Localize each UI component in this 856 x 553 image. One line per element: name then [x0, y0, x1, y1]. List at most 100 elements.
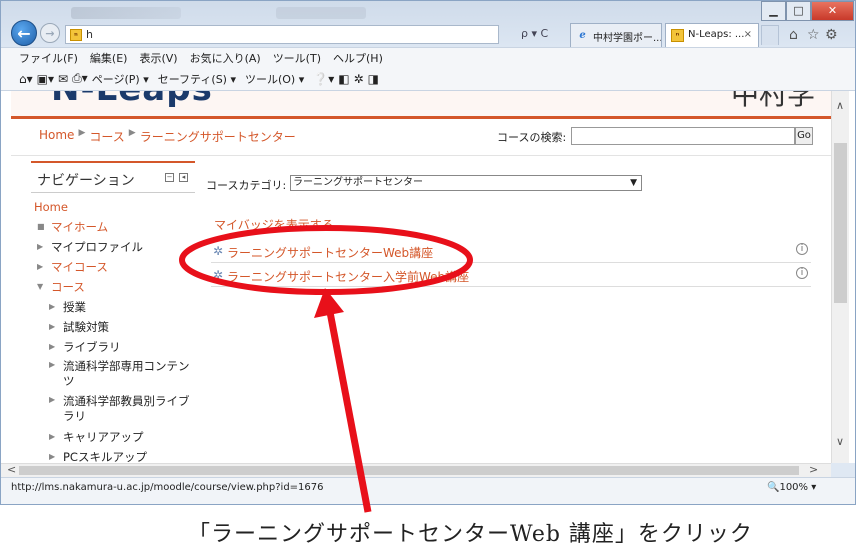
menu-bar: ファイル(F) 編集(E) 表示(V) お気に入り(A) ツール(T) ヘルプ(…	[1, 47, 855, 67]
nav-item[interactable]: ▶ マイプロファイル	[31, 237, 195, 257]
zoom-level[interactable]: 🔍100% ▾	[767, 482, 816, 493]
info-icon[interactable]: i	[796, 267, 808, 279]
forward-button[interactable]: →	[40, 23, 60, 43]
nav-item-label: マイコース	[51, 260, 108, 274]
nav-item[interactable]: Home	[31, 197, 195, 217]
nav-item[interactable]: ▶ 流通科学部専用コンテンツ	[31, 357, 195, 392]
breadcrumb: Home ▶ コース ▶ ラーニングサポートセンター	[39, 128, 296, 145]
course-search-label: コースの検索:	[497, 131, 567, 144]
n-favicon-icon: ⁿ	[70, 29, 82, 41]
category-select[interactable]: ラーニングサポートセンター ▼	[290, 175, 642, 191]
horizontal-scrollbar[interactable]: < >	[1, 463, 831, 477]
site-header: N-Leaps 中村学	[11, 91, 831, 119]
home-icon[interactable]: ⌂	[789, 27, 798, 43]
nav-item[interactable]: ▶ PCスキルアップ	[31, 447, 195, 463]
chevron-right-icon[interactable]: >	[809, 463, 818, 476]
breadcrumb-courses[interactable]: コース	[89, 128, 124, 145]
close-button[interactable]: ✕	[811, 1, 854, 21]
course-search-input[interactable]	[571, 127, 795, 145]
nav-item[interactable]: ▼ コース	[31, 277, 195, 297]
course-icon: ✲	[213, 268, 224, 282]
arrow-left-icon: ←	[17, 23, 31, 43]
chevron-up-icon[interactable]: ∧	[836, 99, 844, 112]
navigation-title: ナビゲーション	[37, 173, 135, 189]
nav-item[interactable]: ■ マイホーム	[31, 217, 195, 237]
addon-icon[interactable]: ◨	[368, 72, 379, 86]
triangle-right-icon: ▶	[49, 302, 56, 311]
onenote-icon[interactable]: ◧	[338, 72, 349, 86]
course-preadmission-link[interactable]: ラーニングサポートセンター入学前Web講座	[227, 268, 469, 285]
annotation-caption: 「ラーニングサポートセンターWeb 講座」をクリック	[188, 522, 753, 547]
browser-window: ← → ⁿ h ρ ▾ C e 中村学園ポー... ⁿ N-Leaps: ...…	[0, 0, 856, 505]
vertical-scrollbar[interactable]: ∧ ∨	[831, 91, 849, 463]
page-viewport: N-Leaps 中村学 Home ▶ コース ▶ ラーニングサポートセンター コ…	[1, 91, 855, 463]
search-go-button[interactable]: Go	[795, 127, 813, 145]
scroll-thumb[interactable]	[834, 143, 847, 303]
scroll-thumb[interactable]	[19, 466, 799, 475]
navigation-list: Home ■ マイホーム ▶ マイプロファイル ▶ マイコース ▼ コース ▶ 授業 ▶ 試験対策 ▶ ライ…	[31, 197, 195, 463]
nav-item[interactable]: ▶ 授業	[31, 297, 195, 317]
tab-nleaps[interactable]: ⁿ N-Leaps: ... ×	[665, 23, 759, 47]
breadcrumb-separator-icon: ▶	[128, 128, 136, 138]
back-button[interactable]: ←	[11, 20, 37, 46]
tab-label: 中村学園ポー...	[593, 33, 662, 44]
address-bar[interactable]: ⁿ h	[65, 25, 499, 44]
nav-item[interactable]: ▶ キャリアアップ	[31, 427, 195, 447]
menu-favorites[interactable]: お気に入り(A)	[190, 50, 261, 66]
menu-help[interactable]: ヘルプ(H)	[333, 50, 383, 66]
collapse-icon[interactable]: ◂	[179, 173, 188, 182]
command-tools[interactable]: ツール(O) ▾	[245, 71, 304, 87]
course-item[interactable]: ✲ ラーニングサポートセンターWeb講座 i	[211, 239, 811, 263]
tab-label: N-Leaps: ...	[688, 29, 745, 40]
nav-item[interactable]: ▶ ライブラリ	[31, 337, 195, 357]
mail-icon[interactable]: ✉	[58, 72, 68, 86]
menu-tools[interactable]: ツール(T)	[273, 50, 321, 66]
address-tools[interactable]: ρ ▾ C	[521, 27, 548, 40]
chevron-down-icon[interactable]: ∨	[836, 435, 844, 448]
print-icon[interactable]: ⎙▾	[72, 71, 88, 86]
address-text: h	[86, 28, 93, 41]
settings-icon[interactable]: ✲	[354, 72, 364, 86]
blurred-page-title	[276, 7, 366, 19]
nav-item-label: マイホーム	[51, 220, 109, 234]
breadcrumb-bar: Home ▶ コース ▶ ラーニングサポートセンター コースの検索: Go	[11, 122, 831, 156]
maximize-button[interactable]: □	[786, 1, 811, 21]
info-icon[interactable]: i	[796, 243, 808, 255]
command-bar: ⌂▾ ▣▾ ✉ ⎙▾ ページ(P) ▾ セーフティ(S) ▾ ツール(O) ▾ …	[1, 67, 855, 91]
triangle-right-icon: ▶	[49, 432, 56, 441]
nav-item[interactable]: ▶ 流通科学部教員別ライブラリ	[31, 392, 195, 427]
category-label: コースカテゴリ:	[206, 179, 287, 192]
nav-item[interactable]: ▶ 試験対策	[31, 317, 195, 337]
course-item[interactable]: ✲ ラーニングサポートセンター入学前Web講座 i	[211, 263, 811, 287]
menu-file[interactable]: ファイル(F)	[19, 50, 78, 66]
navigation-header: ナビゲーション − ◂	[31, 161, 195, 193]
tab-close-button[interactable]: ×	[744, 29, 752, 40]
triangle-right-icon: ▶	[49, 452, 56, 461]
course-icon: ✲	[213, 244, 224, 258]
command-page[interactable]: ページ(P) ▾	[92, 71, 149, 87]
dock-icon[interactable]: −	[165, 173, 174, 182]
new-tab-button[interactable]	[761, 25, 779, 45]
nav-item[interactable]: ▶ マイコース	[31, 257, 195, 277]
nav-item-label: 試験対策	[63, 320, 109, 334]
gear-icon[interactable]: ⚙	[825, 27, 838, 43]
star-icon[interactable]: ☆	[807, 27, 820, 43]
chevron-left-icon[interactable]: <	[7, 463, 16, 476]
nav-item-label: PCスキルアップ	[63, 450, 147, 463]
feeds-icon[interactable]: ▣▾	[37, 72, 54, 86]
help-icon[interactable]: ❔▾	[313, 72, 334, 86]
triangle-right-icon: ▶	[49, 342, 56, 351]
breadcrumb-home[interactable]: Home	[39, 128, 74, 145]
nav-item-label: 流通科学部教員別ライブラリ	[63, 394, 190, 423]
status-url: http://lms.nakamura-u.ac.jp/moodle/cours…	[11, 482, 324, 493]
triangle-right-icon: ▶	[49, 395, 56, 404]
menu-edit[interactable]: 編集(E)	[90, 50, 128, 66]
menu-view[interactable]: 表示(V)	[139, 50, 177, 66]
my-badges-link[interactable]: マイバッジを表示する	[214, 216, 334, 233]
minimize-button[interactable]: ▁	[761, 1, 786, 21]
tab-portal[interactable]: e 中村学園ポー...	[570, 23, 662, 47]
breadcrumb-current[interactable]: ラーニングサポートセンター	[140, 128, 296, 145]
course-web-lecture-link[interactable]: ラーニングサポートセンターWeb講座	[227, 244, 433, 261]
home-icon[interactable]: ⌂▾	[19, 72, 33, 86]
command-safety[interactable]: セーフティ(S) ▾	[158, 71, 236, 87]
